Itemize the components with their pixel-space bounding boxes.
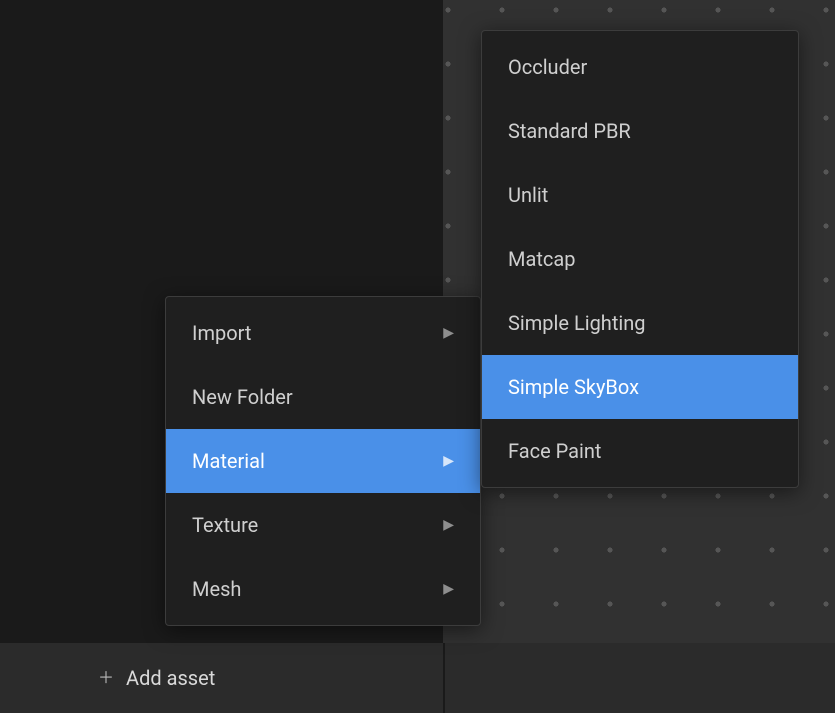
material-submenu: Occluder Standard PBR Unlit Matcap Simpl… (481, 30, 799, 488)
add-asset-button[interactable]: ＋ Add asset (98, 666, 215, 690)
footer-divider (443, 643, 445, 713)
submenu-item-label: Standard PBR (508, 119, 631, 143)
chevron-right-icon: ▶ (443, 325, 454, 341)
chevron-right-icon: ▶ (443, 581, 454, 597)
menu-item-new-folder[interactable]: New Folder (166, 365, 480, 429)
submenu-item-simple-lighting[interactable]: Simple Lighting (482, 291, 798, 355)
submenu-item-label: Matcap (508, 247, 575, 271)
chevron-right-icon: ▶ (443, 453, 454, 469)
chevron-right-icon: ▶ (443, 517, 454, 533)
submenu-item-simple-skybox[interactable]: Simple SkyBox (482, 355, 798, 419)
add-asset-label: Add asset (126, 666, 215, 690)
menu-item-mesh[interactable]: Mesh ▶ (166, 557, 480, 621)
submenu-item-occluder[interactable]: Occluder (482, 35, 798, 99)
menu-item-label: Texture (192, 513, 258, 537)
menu-item-label: New Folder (192, 385, 293, 409)
submenu-item-label: Simple SkyBox (508, 375, 639, 399)
submenu-item-standard-pbr[interactable]: Standard PBR (482, 99, 798, 163)
submenu-item-label: Simple Lighting (508, 311, 646, 335)
menu-item-material[interactable]: Material ▶ (166, 429, 480, 493)
submenu-item-face-paint[interactable]: Face Paint (482, 419, 798, 483)
plus-icon: ＋ (98, 670, 114, 686)
menu-item-label: Material (192, 449, 265, 473)
submenu-item-label: Unlit (508, 183, 548, 207)
submenu-item-matcap[interactable]: Matcap (482, 227, 798, 291)
menu-item-label: Import (192, 321, 251, 345)
submenu-item-label: Face Paint (508, 439, 601, 463)
menu-item-import[interactable]: Import ▶ (166, 301, 480, 365)
submenu-item-unlit[interactable]: Unlit (482, 163, 798, 227)
menu-item-texture[interactable]: Texture ▶ (166, 493, 480, 557)
submenu-item-label: Occluder (508, 55, 587, 79)
app-root: ＋ Add asset Import ▶ New Folder Material… (0, 0, 835, 713)
footer-bar: ＋ Add asset (0, 643, 835, 713)
context-menu: Import ▶ New Folder Material ▶ Texture ▶… (165, 296, 481, 626)
menu-item-label: Mesh (192, 577, 241, 601)
